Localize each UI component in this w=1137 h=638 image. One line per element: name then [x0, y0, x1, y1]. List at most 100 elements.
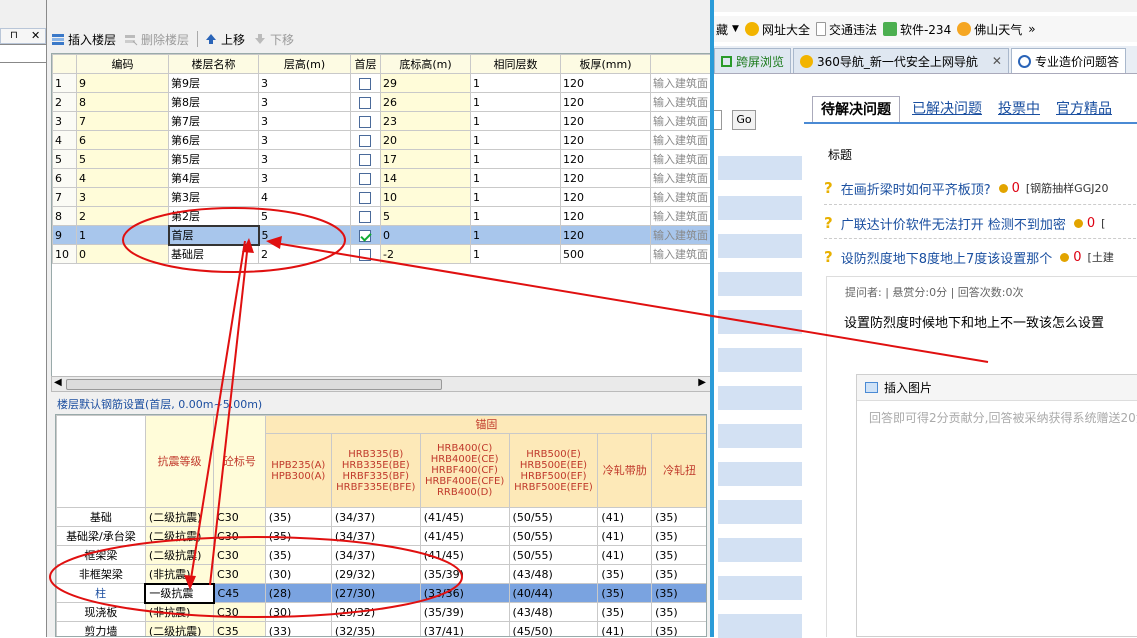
checkbox[interactable]: [359, 172, 371, 185]
component-name[interactable]: 现浇板: [56, 602, 146, 622]
component-name[interactable]: 基础: [56, 507, 146, 527]
first-floor-checkbox[interactable]: [350, 206, 381, 226]
same-floor-count[interactable]: 1: [470, 244, 561, 264]
same-floor-count[interactable]: 1: [470, 130, 561, 150]
anchor-hrb500[interactable]: (43/48): [508, 602, 599, 622]
question-title[interactable]: 广联达计价软件无法打开 检测不到加密: [841, 214, 1066, 233]
floor-code[interactable]: 5: [76, 149, 169, 169]
anchor-hrb400[interactable]: (35/39): [419, 602, 510, 622]
component-name[interactable]: 柱: [56, 583, 146, 603]
floor-height[interactable]: 3: [258, 168, 351, 188]
delete-floor-button[interactable]: 删除楼层: [124, 31, 189, 48]
floor-height[interactable]: 5: [258, 206, 351, 226]
anchor-cold-twisted[interactable]: (35): [651, 526, 706, 546]
floor-elevation[interactable]: -2: [380, 244, 471, 264]
anchor-hpb[interactable]: (35): [264, 507, 332, 527]
slab-thickness[interactable]: 120: [560, 149, 651, 169]
tab-cross-screen[interactable]: 跨屏浏览: [714, 48, 792, 73]
floor-elevation[interactable]: 23: [380, 111, 471, 131]
checkbox[interactable]: [359, 134, 371, 147]
sidebar-block[interactable]: [718, 272, 802, 296]
floor-height[interactable]: 4: [258, 187, 351, 207]
move-down-button[interactable]: 下移: [253, 31, 294, 48]
component-name[interactable]: 非框架梁: [56, 564, 146, 584]
sidebar-block[interactable]: [718, 310, 802, 334]
floor-height[interactable]: 2: [258, 244, 351, 264]
anchor-cold-ribbed[interactable]: (35): [597, 583, 653, 603]
same-floor-count[interactable]: 1: [470, 149, 561, 169]
anchor-hrb500[interactable]: (40/44): [508, 583, 599, 603]
slab-thickness[interactable]: 120: [560, 225, 651, 245]
floor-note[interactable]: 输入建筑面: [650, 168, 710, 188]
same-floor-count[interactable]: 1: [470, 225, 561, 245]
anchor-hrb400[interactable]: (35/39): [419, 564, 510, 584]
floor-note[interactable]: 输入建筑面: [650, 130, 710, 150]
rebar-row[interactable]: 现浇板 (非抗震) C30 (30) (29/32) (35/39) (43/48) (35)…: [56, 602, 706, 622]
first-floor-checkbox[interactable]: [350, 244, 381, 264]
scroll-thumb[interactable]: [66, 379, 442, 390]
first-floor-checkbox[interactable]: [350, 225, 381, 245]
floor-elevation[interactable]: 29: [380, 73, 471, 93]
floor-note[interactable]: 输入建筑面: [650, 111, 710, 131]
horizontal-scrollbar[interactable]: ◀ ▶: [51, 376, 711, 392]
question-item[interactable]: ? 在画折梁时如何平齐板顶? 0 [钢筋抽样GGJ20: [824, 178, 1108, 198]
floor-code[interactable]: 2: [76, 206, 169, 226]
floor-row[interactable]: 5 5 第5层 3 17 1 120 输入建筑面: [52, 149, 710, 169]
concrete-grade[interactable]: C45: [213, 583, 266, 603]
tab-solved[interactable]: 已解决问题: [912, 96, 982, 122]
floor-note[interactable]: 输入建筑面: [650, 187, 710, 207]
seismic-level[interactable]: (非抗震): [144, 564, 215, 584]
same-floor-count[interactable]: 1: [470, 206, 561, 226]
anchor-cold-ribbed[interactable]: (41): [597, 621, 653, 636]
seismic-level[interactable]: (二级抗震): [144, 507, 215, 527]
anchor-cold-ribbed[interactable]: (41): [597, 526, 653, 546]
bookmark-1[interactable]: 交通违法: [815, 21, 877, 38]
anchor-hrb335[interactable]: (34/37): [330, 507, 421, 527]
sidebar-block[interactable]: [718, 500, 802, 524]
insert-image-button[interactable]: 插入图片: [884, 379, 932, 396]
answer-input[interactable]: 回答即可得2分贡献分,回答被采纳获得系统赠送20贡: [857, 401, 1137, 434]
floor-code[interactable]: 8: [76, 92, 169, 112]
concrete-grade[interactable]: C30: [213, 526, 266, 546]
anchor-hpb[interactable]: (35): [264, 545, 332, 565]
floor-elevation[interactable]: 5: [380, 206, 471, 226]
anchor-hpb[interactable]: (35): [264, 526, 332, 546]
same-floor-count[interactable]: 1: [470, 187, 561, 207]
anchor-hrb335[interactable]: (29/32): [330, 564, 421, 584]
floor-note[interactable]: 输入建筑面: [650, 206, 710, 226]
rebar-row[interactable]: 基础 (二级抗震) C30 (35) (34/37) (41/45) (50/55) (41)…: [56, 507, 706, 527]
anchor-cold-twisted[interactable]: (35): [651, 583, 706, 603]
col-elevation[interactable]: 底标高(m): [380, 54, 471, 74]
go-button[interactable]: Go: [732, 110, 756, 130]
floor-elevation[interactable]: 26: [380, 92, 471, 112]
sidebar-block[interactable]: [718, 386, 802, 410]
rebar-row[interactable]: 基础梁/承台梁 (二级抗震) C30 (35) (34/37) (41/45) (50/55…: [56, 526, 706, 546]
row-index[interactable]: 8: [52, 206, 77, 226]
pin-icon[interactable]: ⊓: [10, 30, 18, 41]
floor-code[interactable]: 3: [76, 187, 169, 207]
search-input[interactable]: [714, 110, 722, 130]
same-floor-count[interactable]: 1: [470, 73, 561, 93]
anchor-hrb335[interactable]: (29/32): [330, 602, 421, 622]
sidebar-block[interactable]: [718, 348, 802, 372]
first-floor-checkbox[interactable]: [350, 73, 381, 93]
seismic-level[interactable]: 一级抗震: [144, 582, 215, 604]
floor-note[interactable]: 输入建筑面: [650, 149, 710, 169]
floor-code[interactable]: 0: [76, 244, 169, 264]
question-item[interactable]: ? 设防烈度地下8度地上7度该设置那个 0 [土建: [824, 247, 1114, 267]
floor-height[interactable]: 3: [258, 92, 351, 112]
anchor-hrb400[interactable]: (41/45): [419, 526, 510, 546]
slab-thickness[interactable]: 500: [560, 244, 651, 264]
floor-row[interactable]: 7 3 第3层 4 10 1 120 输入建筑面: [52, 187, 710, 207]
concrete-grade[interactable]: C30: [213, 602, 266, 622]
close-icon[interactable]: ✕: [31, 29, 40, 42]
first-floor-checkbox[interactable]: [350, 111, 381, 131]
tab-voting[interactable]: 投票中: [998, 96, 1040, 122]
row-index[interactable]: 5: [52, 149, 77, 169]
rebar-row[interactable]: 非框架梁 (非抗震) C30 (30) (29/32) (35/39) (43/48) (35…: [56, 564, 706, 584]
row-index[interactable]: 4: [52, 130, 77, 150]
checkbox[interactable]: [359, 229, 371, 242]
floor-name[interactable]: 基础层: [168, 244, 259, 264]
slab-thickness[interactable]: 120: [560, 168, 651, 188]
col-floor-name[interactable]: 楼层名称: [168, 54, 259, 74]
